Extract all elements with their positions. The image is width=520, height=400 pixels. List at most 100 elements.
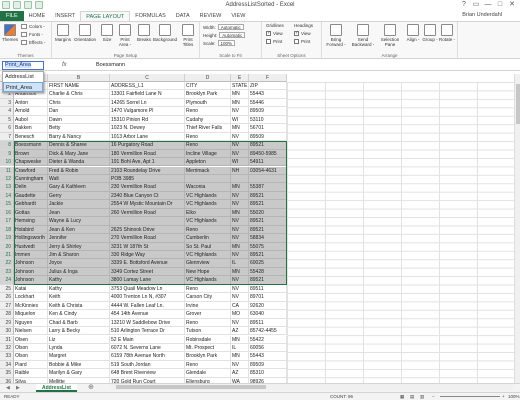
- tab-data[interactable]: DATA: [171, 11, 195, 21]
- cell-f22[interactable]: 60025: [249, 259, 287, 268]
- column-header-c[interactable]: C: [110, 74, 185, 82]
- cell-c5[interactable]: 15310 Pinion Rd: [110, 115, 185, 125]
- themes-button[interactable]: Themes: [1, 24, 19, 42]
- row-header[interactable]: 6: [0, 124, 14, 133]
- cell-f27[interactable]: 92620: [249, 301, 287, 311]
- cell-d6[interactable]: Thief River Falls: [185, 124, 231, 133]
- cell-a33[interactable]: Olson: [14, 352, 48, 361]
- vertical-scroll-thumb[interactable]: [516, 84, 520, 124]
- headings-view[interactable]: View: [294, 30, 311, 36]
- cell-f8[interactable]: 89521: [249, 141, 287, 150]
- cell-a29[interactable]: Nguyen: [14, 318, 48, 328]
- cell-a14[interactable]: Gaudette: [14, 191, 48, 201]
- cell-c8[interactable]: 16 Purgatory Road: [110, 141, 185, 150]
- cell-a22[interactable]: Johnson: [14, 259, 48, 268]
- cell-d9[interactable]: Incline Village: [185, 149, 231, 159]
- cell-a32[interactable]: Olson: [14, 343, 48, 353]
- cell-e4[interactable]: NV: [231, 107, 249, 116]
- cell-b24[interactable]: Kathy: [48, 276, 110, 285]
- cell-d23[interactable]: New Hope: [185, 267, 231, 277]
- cell-c29[interactable]: 13210 W Saddlebow Drive: [110, 318, 185, 328]
- cell-e29[interactable]: NV: [231, 318, 249, 328]
- row-header[interactable]: 3: [0, 98, 14, 108]
- name-option-addresslist[interactable]: AddressList: [3, 72, 43, 82]
- cell-b21[interactable]: Jim & Sharon: [48, 251, 110, 260]
- cell-d24[interactable]: VC Highlands: [185, 276, 231, 285]
- cell-e1[interactable]: STATE: [231, 82, 249, 91]
- cell-c18[interactable]: 2625 Shinook Drive: [110, 225, 185, 235]
- next-sheet-icon[interactable]: ▶: [16, 385, 20, 391]
- cell-e3[interactable]: MN: [231, 98, 249, 108]
- cell-d26[interactable]: Carson City: [185, 293, 231, 302]
- cell-f7[interactable]: 89509: [249, 132, 287, 142]
- cell-f19[interactable]: 58834: [249, 234, 287, 243]
- horizontal-scroll-thumb[interactable]: [116, 385, 266, 389]
- tab-review[interactable]: REVIEW: [195, 11, 227, 21]
- cell-a9[interactable]: Brown: [14, 149, 48, 159]
- row-header[interactable]: 34: [0, 360, 14, 370]
- cell-d22[interactable]: Glennview: [185, 259, 231, 268]
- cell-e26[interactable]: NV: [231, 293, 249, 302]
- cell-e35[interactable]: AZ: [231, 369, 249, 378]
- orientation-button[interactable]: Orientation: [74, 24, 96, 42]
- cell-d27[interactable]: Irvine: [185, 301, 231, 311]
- cell-a25[interactable]: Katai: [14, 284, 48, 294]
- cell-f23[interactable]: 55428: [249, 267, 287, 277]
- cell-a17[interactable]: Hemsing: [14, 217, 48, 226]
- cell-f33[interactable]: 55443: [249, 352, 287, 361]
- cell-b22[interactable]: Joyce: [48, 259, 110, 268]
- cell-a5[interactable]: Aubol: [14, 115, 48, 125]
- cell-d30[interactable]: Tutson: [185, 327, 231, 336]
- worksheet-grid[interactable]: ABCDEF1LAST NAMEFIRST NAMEADDRESS_L1CITY…: [0, 74, 520, 387]
- cell-f17[interactable]: 89521: [249, 217, 287, 226]
- cell-f16[interactable]: 55020: [249, 208, 287, 218]
- cell-e21[interactable]: NV: [231, 251, 249, 260]
- cell-c14[interactable]: 2340 Blue Canyon Ct: [110, 191, 185, 201]
- cell-a4[interactable]: Arnold: [14, 107, 48, 116]
- cell-f26[interactable]: 89701: [249, 293, 287, 302]
- headings-print[interactable]: Print: [294, 39, 310, 44]
- row-header[interactable]: 19: [0, 234, 14, 243]
- minimize-button[interactable]: —: [482, 0, 494, 10]
- cell-d34[interactable]: Reno: [185, 360, 231, 370]
- cell-a21[interactable]: Immen: [14, 251, 48, 260]
- cell-f5[interactable]: 53110: [249, 115, 287, 125]
- cell-b29[interactable]: Chad & Barb: [48, 318, 110, 328]
- cell-b17[interactable]: Wayne & Lucy: [48, 217, 110, 226]
- add-sheet-icon[interactable]: ⊕: [88, 384, 94, 392]
- cell-c11[interactable]: 2103 Roundelay Drive: [110, 166, 185, 175]
- row-header[interactable]: 10: [0, 158, 14, 167]
- cell-b18[interactable]: Jean & Ken: [48, 225, 110, 235]
- row-header[interactable]: 5: [0, 115, 14, 125]
- tab-formulas[interactable]: FORMULAS: [130, 11, 171, 21]
- tab-home[interactable]: HOME: [24, 11, 51, 21]
- cell-b19[interactable]: Jennifer: [48, 234, 110, 243]
- cell-f20[interactable]: 55075: [249, 242, 287, 251]
- cell-c24[interactable]: 3800 Lamay Lane: [110, 276, 185, 285]
- row-header[interactable]: 12: [0, 174, 14, 184]
- cell-f9[interactable]: 89450-5985: [249, 149, 287, 159]
- cell-d33[interactable]: Brooklyn Park: [185, 352, 231, 361]
- cell-d12[interactable]: [185, 174, 231, 184]
- cell-a27[interactable]: McKinnies: [14, 301, 48, 311]
- cell-c33[interactable]: 6159 78th Avenue North: [110, 352, 185, 361]
- cell-a10[interactable]: Chapweske: [14, 158, 48, 167]
- cell-f35[interactable]: 85310: [249, 369, 287, 378]
- cell-b27[interactable]: Keith & Christa: [48, 301, 110, 311]
- row-header[interactable]: 9: [0, 149, 14, 159]
- cell-d19[interactable]: Cumberlin: [185, 234, 231, 243]
- cell-d1[interactable]: CITY: [185, 82, 231, 91]
- cell-d20[interactable]: So St. Paul: [185, 242, 231, 251]
- row-header[interactable]: 4: [0, 107, 14, 116]
- cell-e34[interactable]: NV: [231, 360, 249, 370]
- cell-a20[interactable]: Hustvedt: [14, 242, 48, 251]
- bring-forward-button[interactable]: Bring Forward -: [324, 24, 348, 47]
- fonts-button[interactable]: Fonts -: [21, 32, 43, 37]
- ribbon-display-button[interactable]: ▭: [470, 0, 482, 10]
- headings-print-checkbox[interactable]: [294, 39, 299, 44]
- cell-c20[interactable]: 3231 W 187th St: [110, 242, 185, 251]
- name-option-print-area[interactable]: Print_Area: [3, 82, 43, 92]
- cell-d31[interactable]: Robinsdale: [185, 335, 231, 344]
- cell-f21[interactable]: 89521: [249, 251, 287, 260]
- cell-e11[interactable]: NH: [231, 166, 249, 175]
